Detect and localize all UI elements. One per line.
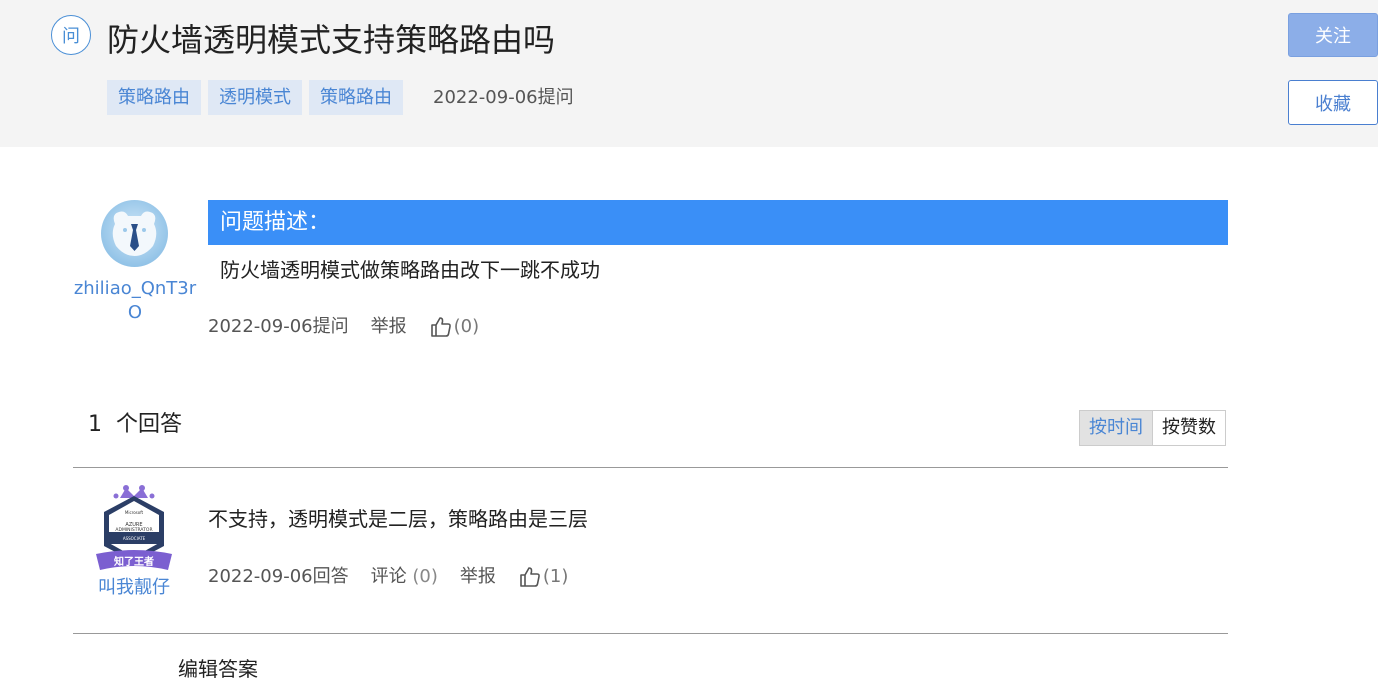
- svg-text:知了王者: 知了王者: [113, 555, 154, 568]
- answer-count: 1 个回答: [88, 410, 182, 440]
- like-count: (0): [453, 316, 480, 337]
- tag-policy-routing[interactable]: 策略路由: [107, 80, 201, 115]
- svg-text:ADMINISTRATOR: ADMINISTRATOR: [115, 527, 152, 533]
- svg-text:Microsoft: Microsoft: [125, 510, 144, 515]
- divider: [73, 467, 1228, 468]
- answer-meta: 2022-09-06回答 评论 (0) 举报 (1): [208, 563, 568, 591]
- sort-by-likes-button[interactable]: 按赞数: [1152, 411, 1225, 445]
- description-heading: 问题描述：: [208, 200, 1228, 245]
- sort-toggle: 按时间 按赞数: [1079, 410, 1226, 446]
- answer-count-number: 1: [88, 412, 102, 437]
- thumbs-up-icon: [520, 567, 540, 587]
- answer-count-label: 个回答: [116, 412, 183, 437]
- tag-list: 策略路由 透明模式 策略路由 2022-09-06提问: [107, 80, 574, 115]
- answer-text: 不支持，透明模式是二层，策略路由是三层: [208, 507, 588, 531]
- question-author[interactable]: zhiliao_QnT3rO: [72, 277, 198, 325]
- answer-avatar[interactable]: Microsoft AZURE ADMINISTRATOR ASSOCIATE …: [88, 484, 180, 576]
- avatar[interactable]: [101, 200, 168, 267]
- answer-report-link[interactable]: 举报: [460, 563, 496, 591]
- comment-link[interactable]: 评论 (0): [371, 563, 438, 591]
- description-text: 防火墙透明模式做策略路由改下一跳不成功: [220, 258, 600, 282]
- comment-count: (0): [412, 566, 438, 587]
- page-title: 防火墙透明模式支持策略路由吗: [107, 21, 556, 59]
- question-header: 问 防火墙透明模式支持策略路由吗 策略路由 透明模式 策略路由 2022-09-…: [0, 0, 1378, 147]
- follow-button[interactable]: 关注: [1288, 13, 1378, 57]
- tag-transparent-mode[interactable]: 透明模式: [208, 80, 302, 115]
- question-meta: 2022-09-06提问 举报 (0): [208, 313, 479, 341]
- answer-like-count: (1): [542, 566, 569, 587]
- tag-policy-routing-2[interactable]: 策略路由: [309, 80, 403, 115]
- question-meta-date: 2022-09-06提问: [208, 316, 349, 337]
- badge-avatar-icon: Microsoft AZURE ADMINISTRATOR ASSOCIATE …: [96, 485, 172, 570]
- answer-author[interactable]: 叫我靓仔: [88, 576, 180, 600]
- comment-label: 评论: [370, 566, 407, 587]
- favorite-button[interactable]: 收藏: [1288, 80, 1378, 125]
- answer-like-button[interactable]: (1): [518, 563, 569, 591]
- report-link[interactable]: 举报: [371, 313, 407, 341]
- divider: [73, 633, 1228, 634]
- edit-answer-heading: 编辑答案: [178, 657, 258, 681]
- sort-by-time-button[interactable]: 按时间: [1080, 411, 1152, 445]
- question-date: 2022-09-06提问: [433, 87, 574, 108]
- user-avatar-icon: [112, 211, 157, 256]
- svg-text:ASSOCIATE: ASSOCIATE: [123, 536, 146, 541]
- like-button[interactable]: (0): [429, 313, 480, 341]
- answer-date: 2022-09-06回答: [208, 566, 349, 587]
- thumbs-up-icon: [430, 317, 451, 337]
- question-mark-icon: 问: [51, 15, 91, 55]
